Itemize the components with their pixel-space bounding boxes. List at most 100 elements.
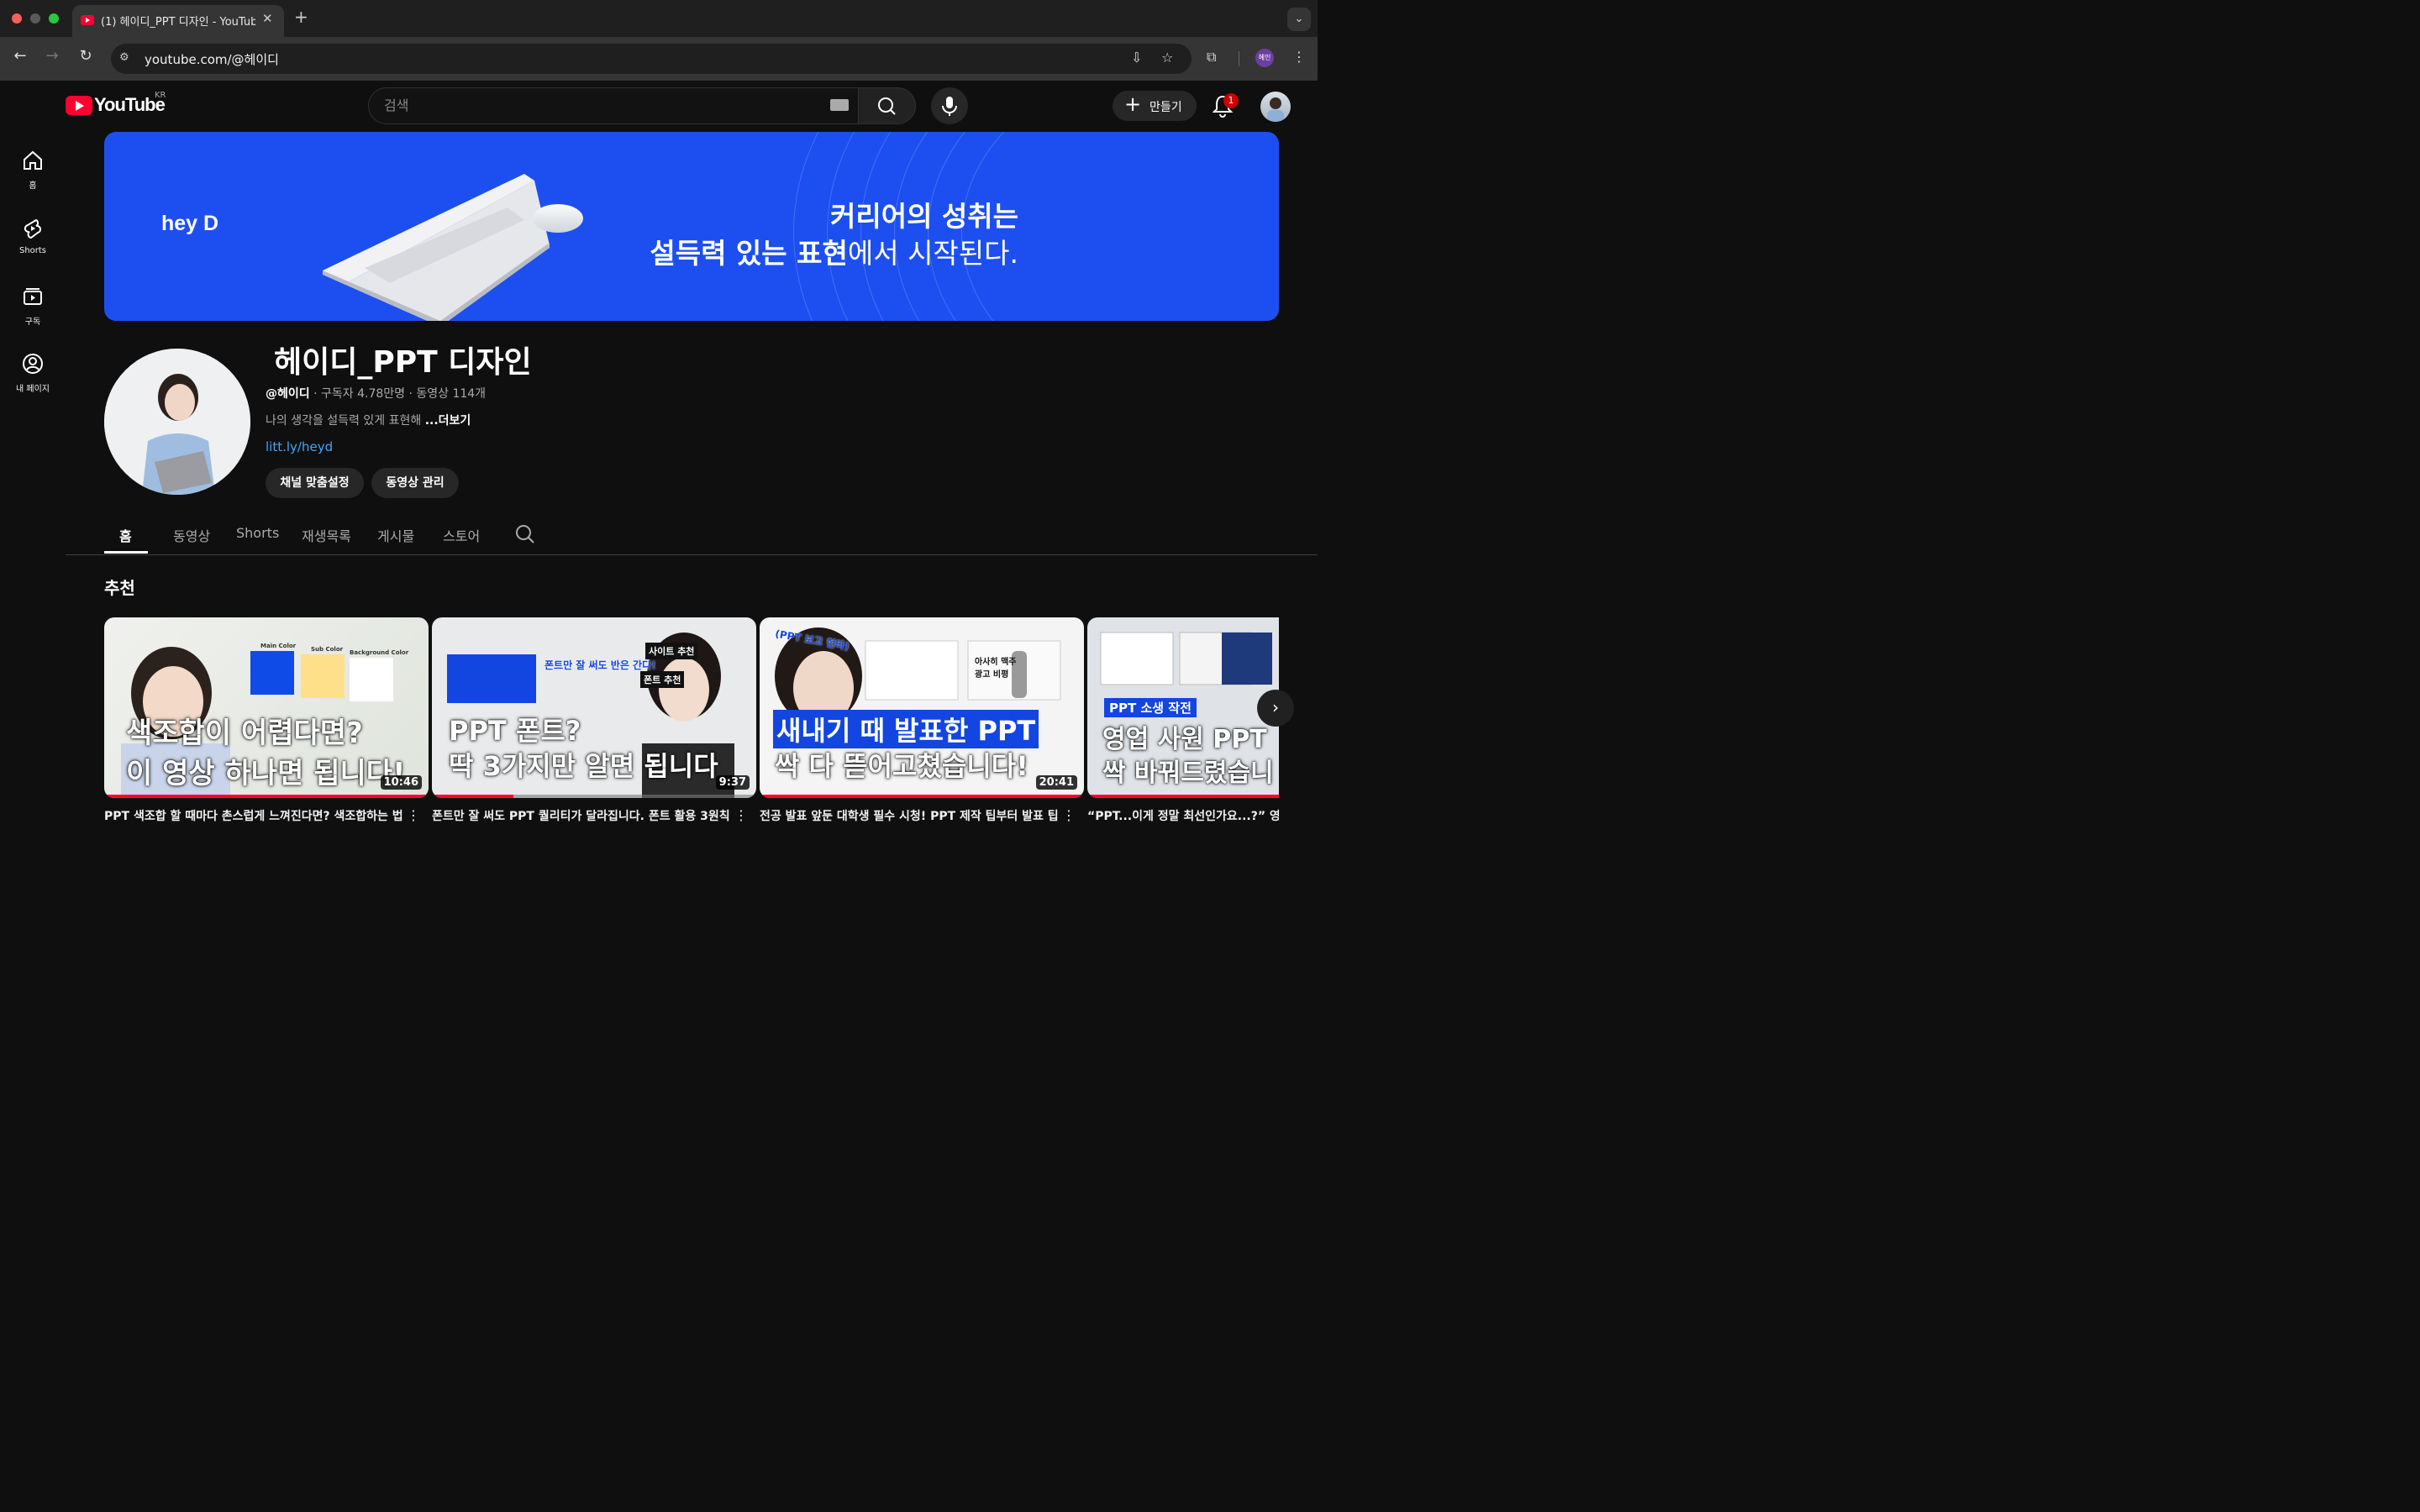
tab-videos[interactable]: 동영상 (173, 525, 210, 545)
video-thumbnail[interactable]: (PPT 보고 현타) 아사히 맥주 광고 비평 새내기 때 발표한 PPT 싹… (760, 617, 1084, 798)
watch-progress-bar (760, 795, 1084, 798)
thumbnail-headline-2: 싹 바꿔드렸습니 (1102, 759, 1274, 788)
bookmark-star-icon[interactable]: ☆ (1161, 50, 1173, 66)
url-text: youtube.com/@헤이디 (145, 52, 279, 67)
close-tab-icon[interactable]: ✕ (262, 11, 273, 26)
search-button[interactable] (859, 87, 916, 124)
customize-channel-button[interactable]: 채널 맞춤설정 (266, 468, 364, 498)
tab-home[interactable]: 홈 (119, 525, 132, 545)
account-avatar-image (1267, 97, 1284, 122)
tab-playlists[interactable]: 재생목록 (302, 525, 351, 545)
thumbnail-tag: PPT 소생 작전 (1104, 698, 1197, 717)
channel-avatar-photo (104, 349, 250, 495)
plus-icon: + (1124, 92, 1142, 116)
sidebar-item-home[interactable]: 홈 (0, 150, 66, 191)
thumbnail-color-label: Main Color (260, 643, 297, 649)
channel-meta: @헤이디 · 구독자 4.78만명 · 동영상 114개 (266, 385, 486, 402)
microphone-icon (942, 97, 957, 116)
video-thumbnail[interactable]: PPT 소생 작전 영업 사원 PPT 싹 바꿔드렸습니 (1087, 617, 1279, 798)
next-chevron-icon[interactable]: › (1257, 690, 1294, 727)
channel-handle: @헤이디 (266, 387, 310, 401)
maximize-window-button[interactable] (49, 13, 59, 24)
active-tab-indicator (104, 551, 148, 554)
manage-videos-button[interactable]: 동영상 관리 (371, 468, 459, 498)
video-thumbnail[interactable]: Main Color Sub Color Background Color 색조… (104, 617, 429, 798)
sidebar-item-you[interactable]: 내 페이지 (0, 353, 66, 394)
thumbnail-tag: 폰트 추천 (640, 671, 685, 688)
thumbnail-tag: 아사히 맥주 광고 비평 (975, 658, 1017, 680)
create-button[interactable]: + 만들기 (1113, 91, 1197, 121)
keyboard-icon[interactable] (830, 99, 849, 111)
thumbnail-headline-1: 색조합이 어렵다면? (126, 717, 363, 750)
channel-search-icon[interactable] (514, 523, 536, 545)
site-settings-icon[interactable]: ⚙ (119, 51, 134, 66)
tab-store[interactable]: 스토어 (443, 525, 480, 545)
browser-profile-avatar[interactable]: 혜인 (1255, 49, 1274, 67)
video-title[interactable]: 전공 발표 앞둔 대학생 필수 시청! PPT 제작 팁부터 발표 팁 (760, 807, 1062, 824)
youtube-play-icon (66, 96, 92, 115)
video-card[interactable]: 폰트만 잘 써도 반은 간다! 사이트 추천 폰트 추천 PPT 폰트? 딱 3… (432, 617, 756, 824)
browser-toolbar: ← → ↻ ⚙ youtube.com/@헤이디 ⇩ ☆ ⧉ 혜인 ⋮ (0, 37, 1318, 81)
channel-description[interactable]: 나의 생각을 설득력 있게 표현해 ...더보기 (266, 412, 471, 428)
search-input[interactable] (382, 97, 802, 114)
browser-menu-icon[interactable]: ⋮ (1292, 49, 1306, 65)
watch-progress-bar (432, 795, 513, 798)
thumbnail-headline-1: PPT 폰트? (449, 715, 581, 747)
channel-avatar[interactable] (104, 349, 250, 495)
region-code: KR (155, 91, 166, 100)
video-duration: 9:37 (715, 775, 750, 790)
thumbnail-color-label: Background Color (350, 649, 409, 656)
thumbnail-color-label: Sub Color (311, 646, 344, 653)
thumbnail-headline-2: 이 영상 하나면 됩니다! (126, 757, 406, 790)
video-card[interactable]: Main Color Sub Color Background Color 색조… (104, 617, 429, 824)
minimize-window-button[interactable] (30, 13, 40, 24)
banner-headline-bold: 설득력 있는 표현 (650, 237, 848, 270)
more-actions-icon[interactable]: ⋮ (407, 807, 420, 823)
video-title[interactable]: 폰트만 잘 써도 PPT 퀄리티가 달라집니다. 폰트 활용 3원칙 (432, 807, 734, 824)
install-app-icon[interactable]: ⇩ (1131, 50, 1142, 66)
tab-search-chevron-icon[interactable]: ⌄ (1287, 8, 1311, 31)
thumbnail-tag: 폰트만 잘 써도 반은 간다! (544, 659, 656, 671)
channel-stats: · 구독자 4.78만명 · 동영상 114개 (309, 387, 487, 401)
tab-shorts[interactable]: Shorts (236, 525, 279, 541)
video-card[interactable]: (PPT 보고 현타) 아사히 맥주 광고 비평 새내기 때 발표한 PPT 싹… (760, 617, 1084, 824)
more-actions-icon[interactable]: ⋮ (1062, 807, 1076, 823)
thumbnail-headline-1: 새내기 때 발표한 PPT (773, 710, 1039, 748)
channel-description-text: 나의 생각을 설득력 있게 표현해 (266, 414, 425, 428)
close-window-button[interactable] (12, 13, 22, 24)
more-actions-icon[interactable]: ⋮ (734, 807, 748, 823)
account-avatar[interactable] (1260, 92, 1291, 122)
watch-progress-bar (104, 795, 429, 798)
channel-name: 헤이디_PPT 디자인 (274, 345, 532, 380)
banner-headline-line1: 커리어의 성취는 (829, 200, 1018, 233)
thumbnail-headline-2: 딱 3가지만 알면 됩니다 (449, 750, 718, 782)
you-icon (23, 354, 43, 374)
video-title[interactable]: “PPT...이게 정말 최선인가요...?” 영업 (1087, 807, 1279, 823)
sidebar-item-subscriptions[interactable]: 구독 (0, 286, 66, 327)
address-bar[interactable]: ⚙ youtube.com/@헤이디 ⇩ ☆ (111, 44, 1192, 74)
sidebar-item-shorts[interactable]: Shorts (0, 218, 66, 255)
back-arrow-icon[interactable]: ← (8, 47, 32, 65)
sidebar-item-label: 내 페이지 (16, 385, 50, 394)
channel-external-link[interactable]: litt.ly/heyd (266, 439, 333, 454)
notification-count-badge: 1 (1223, 93, 1239, 108)
show-more-link[interactable]: ...더보기 (425, 414, 471, 428)
tab-divider (66, 554, 1318, 555)
browser-tab[interactable]: (1) 헤이디_PPT 디자인 - YouTube ✕ (72, 5, 284, 37)
search-box (368, 87, 859, 124)
voice-search-button[interactable] (931, 87, 968, 124)
thumbnail-headline-1: 영업 사원 PPT (1102, 725, 1267, 754)
thumbnail-tag: 사이트 추천 (645, 643, 698, 659)
video-title[interactable]: PPT 색조합 할 때마다 촌스럽게 느껴진다면? 색조합하는 법 (104, 807, 407, 824)
new-tab-button[interactable]: + (294, 7, 308, 27)
home-icon (24, 150, 42, 170)
video-thumbnail[interactable]: 폰트만 잘 써도 반은 간다! 사이트 추천 폰트 추천 PPT 폰트? 딱 3… (432, 617, 756, 798)
video-card[interactable]: PPT 소생 작전 영업 사원 PPT 싹 바꿔드렸습니 “PPT...이게 정… (1087, 617, 1279, 823)
forward-arrow-icon[interactable]: → (40, 47, 64, 65)
banner-headline-rest: 에서 시작된다. (847, 237, 1018, 270)
extensions-icon[interactable]: ⧉ (1207, 49, 1216, 66)
sidebar-item-label: 홈 (29, 181, 37, 191)
reload-icon[interactable]: ↻ (74, 47, 97, 65)
tab-title: (1) 헤이디_PPT 디자인 - YouTube (101, 16, 255, 29)
tab-posts[interactable]: 게시물 (377, 525, 414, 545)
